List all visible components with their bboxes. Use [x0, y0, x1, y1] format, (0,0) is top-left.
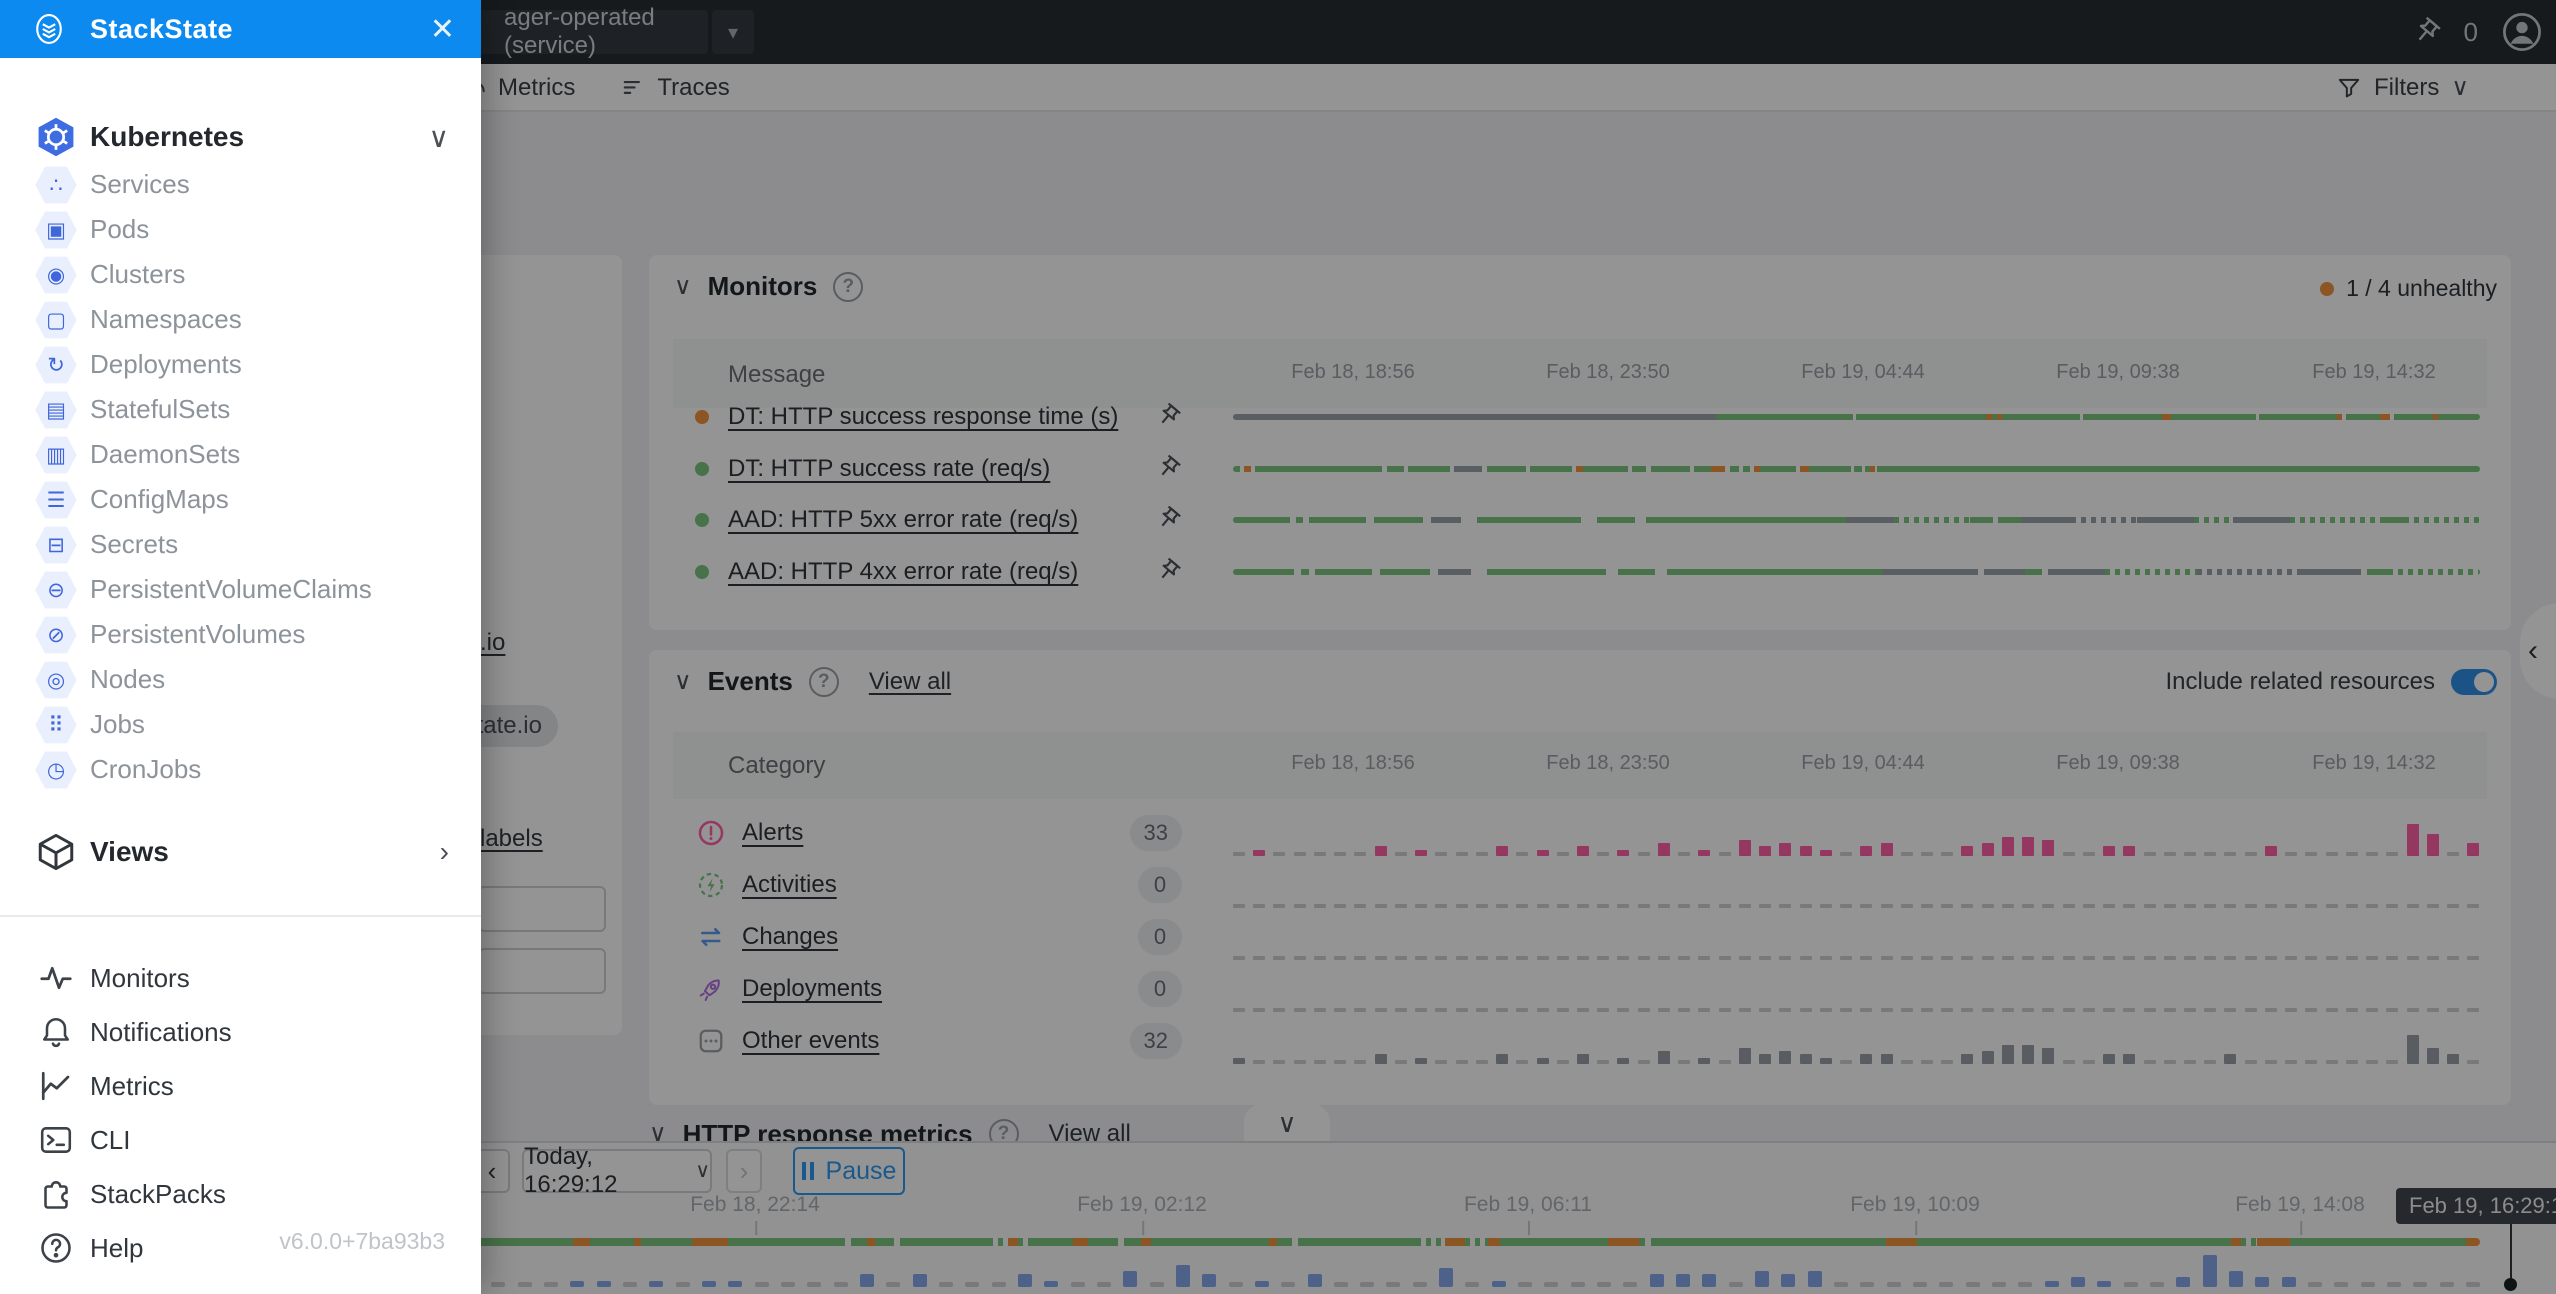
secrets-icon: ⊟: [34, 525, 78, 565]
sidebar-item-label: Metrics: [90, 1071, 174, 1102]
sidebar-item-metrics[interactable]: Metrics: [0, 1059, 481, 1113]
app-version: v6.0.0+7ba93b3: [279, 1228, 445, 1255]
monitors-icon: [36, 958, 76, 998]
sidebar-item-views[interactable]: Views ›: [0, 827, 481, 877]
sidebar-item-label: Secrets: [90, 529, 178, 560]
brand-name: StackState: [90, 14, 233, 45]
sidebar-item-label: Pods: [90, 214, 149, 245]
sidebar-item-deployments[interactable]: ↻ Deployments: [0, 342, 481, 387]
sidebar-item-clusters[interactable]: ◉ Clusters: [0, 252, 481, 297]
statefulsets-icon: ▤: [34, 390, 78, 430]
sidebar-item-statefulsets[interactable]: ▤ StatefulSets: [0, 387, 481, 432]
cronjobs-icon: ◷: [34, 750, 78, 790]
services-icon: ∴: [34, 165, 78, 205]
stackpacks-icon: [36, 1174, 76, 1214]
sidebar-item-monitors[interactable]: Monitors: [0, 951, 481, 1005]
sidebar-item-label: Clusters: [90, 259, 185, 290]
sidebar-divider: [0, 915, 481, 917]
sidebar-item-services[interactable]: ∴ Services: [0, 162, 481, 207]
configmaps-icon: ☰: [34, 480, 78, 520]
sidebar-item-label: Notifications: [90, 1017, 232, 1048]
chevron-right-icon: ›: [440, 836, 449, 868]
deployments-icon: ↻: [34, 345, 78, 385]
sidebar-item-daemonsets[interactable]: ▥ DaemonSets: [0, 432, 481, 477]
sidebar-item-label: Nodes: [90, 664, 165, 695]
help-icon: [36, 1228, 76, 1268]
sidebar-item-label: Deployments: [90, 349, 242, 380]
sidebar-item-label: CLI: [90, 1125, 130, 1156]
kubernetes-icon: [34, 115, 78, 159]
sidebar-item-kubernetes[interactable]: Kubernetes ∨: [0, 112, 481, 162]
daemonsets-icon: ▥: [34, 435, 78, 475]
jobs-icon: ⠿: [34, 705, 78, 745]
screen: ager-operated (service) ▾ 0 MetricsTrace…: [0, 0, 2556, 1294]
stackstate-logo-icon: [32, 12, 66, 46]
drawer-header: StackState ✕: [0, 0, 481, 58]
sidebar-item-cronjobs[interactable]: ◷ CronJobs: [0, 747, 481, 792]
sidebar-item-label: PersistentVolumeClaims: [90, 574, 372, 605]
sidebar-item-label: CronJobs: [90, 754, 201, 785]
sidebar-item-jobs[interactable]: ⠿ Jobs: [0, 702, 481, 747]
sidebar-item-label: Help: [90, 1233, 143, 1264]
persistentvolumeclaims-icon: ⊖: [34, 570, 78, 610]
persistentvolumes-icon: ⊘: [34, 615, 78, 655]
drawer-close-icon[interactable]: ✕: [430, 0, 455, 58]
sidebar-item-label: Monitors: [90, 963, 190, 994]
nodes-icon: ◎: [34, 660, 78, 700]
namespaces-icon: ▢: [34, 300, 78, 340]
sidebar-item-persistentvolumes[interactable]: ⊘ PersistentVolumes: [0, 612, 481, 657]
cli-icon: [36, 1120, 76, 1160]
sidebar-item-cli[interactable]: CLI: [0, 1113, 481, 1167]
chevron-down-icon: ∨: [429, 121, 450, 154]
sidebar-item-nodes[interactable]: ◎ Nodes: [0, 657, 481, 702]
sidebar-item-label: ConfigMaps: [90, 484, 229, 515]
sidebar-item-persistentvolumeclaims[interactable]: ⊖ PersistentVolumeClaims: [0, 567, 481, 612]
sidebar-item-label: StackPacks: [90, 1179, 226, 1210]
sidebar-item-label: Jobs: [90, 709, 145, 740]
sidebar-item-notifications[interactable]: Notifications: [0, 1005, 481, 1059]
sidebar-item-label: Services: [90, 169, 190, 200]
sidebar-item-configmaps[interactable]: ☰ ConfigMaps: [0, 477, 481, 522]
sidebar-item-pods[interactable]: ▣ Pods: [0, 207, 481, 252]
navigation-drawer: StackState ✕ Kubernetes ∨ ∴ Services ▣ Pods…: [0, 0, 481, 1294]
views-cube-icon: [34, 830, 78, 874]
sidebar-item-secrets[interactable]: ⊟ Secrets: [0, 522, 481, 567]
notifications-icon: [36, 1012, 76, 1052]
sidebar-item-namespaces[interactable]: ▢ Namespaces: [0, 297, 481, 342]
sidebar-item-stackpacks[interactable]: StackPacks: [0, 1167, 481, 1221]
sidebar-item-label: StatefulSets: [90, 394, 230, 425]
metrics-icon: [36, 1066, 76, 1106]
sidebar-item-label: DaemonSets: [90, 439, 240, 470]
sidebar-item-label: Namespaces: [90, 304, 242, 335]
clusters-icon: ◉: [34, 255, 78, 295]
sidebar-item-label: PersistentVolumes: [90, 619, 305, 650]
pods-icon: ▣: [34, 210, 78, 250]
